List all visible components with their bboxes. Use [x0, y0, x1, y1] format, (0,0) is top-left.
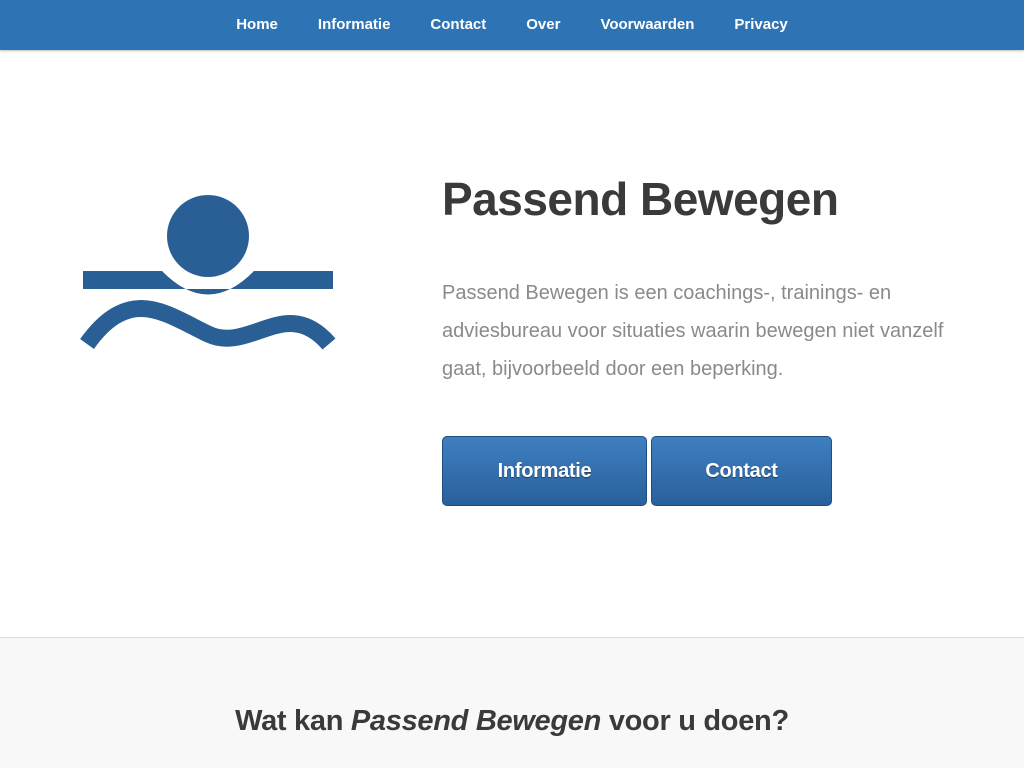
nav-link-privacy[interactable]: Privacy: [734, 0, 787, 50]
contact-button[interactable]: Contact: [651, 436, 832, 506]
features-title: Wat kan Passend Bewegen voor u doen?: [0, 705, 1024, 738]
features-title-suffix: voor u doen?: [601, 705, 789, 737]
nav-link-informatie[interactable]: Informatie: [318, 0, 391, 50]
hero-content: Passend Bewegen Passend Bewegen is een c…: [442, 170, 962, 506]
hero-description: Passend Bewegen is een coachings-, train…: [442, 282, 944, 380]
nav-link-over[interactable]: Over: [526, 0, 560, 50]
nav-link-voorwaarden[interactable]: Voorwaarden: [600, 0, 694, 50]
hero-section: Passend Bewegen Passend Bewegen is een c…: [0, 50, 1024, 638]
informatie-button[interactable]: Informatie: [442, 436, 647, 506]
hero-title: Passend Bewegen: [442, 173, 839, 225]
nav-link-home[interactable]: Home: [236, 0, 278, 50]
features-title-emphasis: Passend Bewegen: [350, 705, 602, 737]
nav-menu: Home Informatie Contact Over Voorwaarden…: [0, 0, 1024, 50]
features-title-prefix: Wat kan: [235, 705, 351, 737]
hero-buttons: Informatie Contact: [442, 436, 962, 506]
nav-link-contact[interactable]: Contact: [430, 0, 486, 50]
top-navigation: Home Informatie Contact Over Voorwaarden…: [0, 0, 1024, 50]
features-section: Wat kan Passend Bewegen voor u doen?: [0, 639, 1024, 768]
passend-bewegen-logo-icon: [80, 195, 336, 350]
